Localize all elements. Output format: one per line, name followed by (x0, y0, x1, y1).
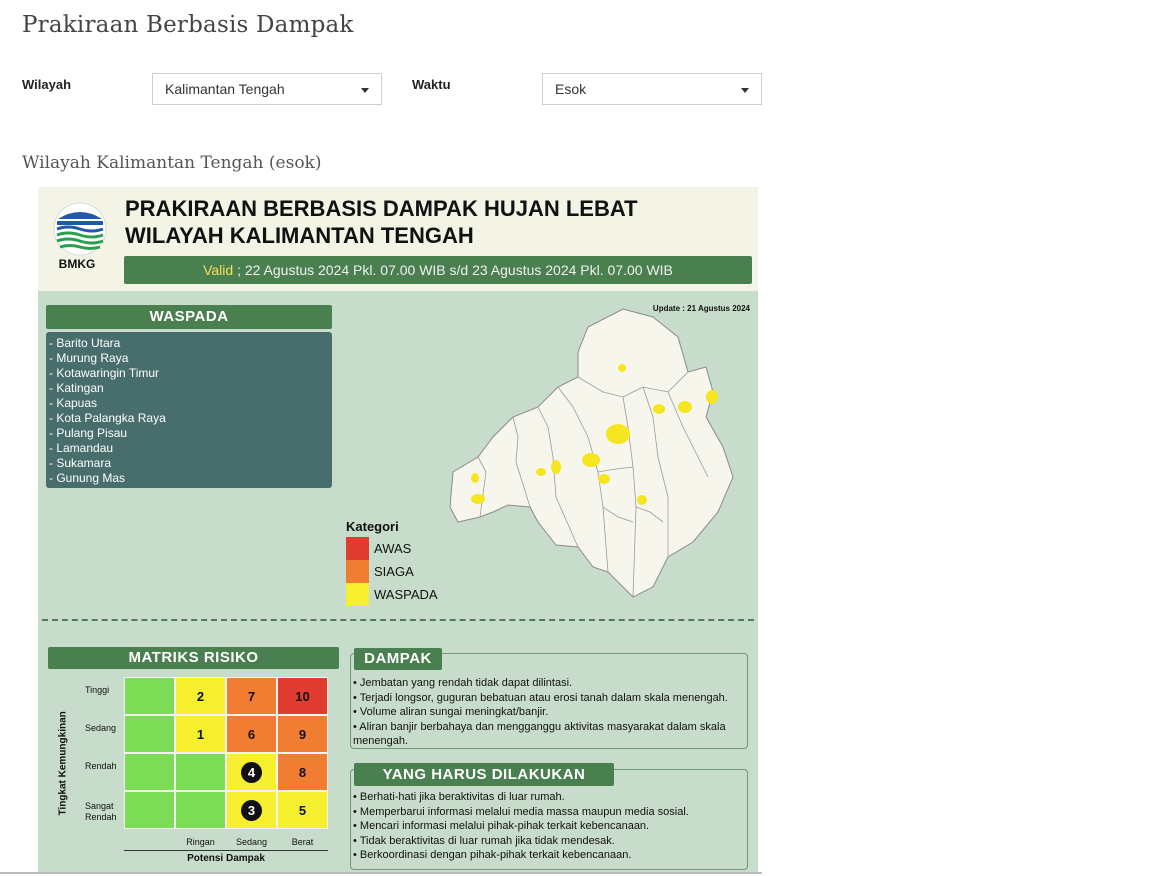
tindakan-item: • Tidak beraktivitas di luar rumah jika … (353, 834, 615, 847)
matrix-cell-value: 1 (196, 726, 205, 742)
tindakan-item: • Mencari informasi melalui pihak-pihak … (353, 820, 650, 832)
matrix-cell-value: 6 (247, 726, 256, 742)
matrix-cell: 3 (226, 791, 277, 829)
chevron-down-icon (741, 88, 749, 93)
waspada-item: - Murung Raya (49, 351, 129, 365)
matrix-col-label: Sedang (235, 837, 268, 847)
matrix-cell (124, 753, 175, 791)
waspada-region-list: - Barito Utara - Murung Raya - Kotawaringi… (46, 332, 332, 488)
infographic-title: PRAKIRAAN BERBASIS DAMPAK HUJAN LEBAT WI… (125, 195, 638, 249)
matrix-col-label: Berat (291, 837, 314, 847)
matrix-cell-value: 8 (298, 764, 307, 780)
legend-label: AWAS (374, 541, 412, 556)
legend-swatch (346, 537, 369, 560)
matrix-cell-value: 2 (196, 688, 205, 704)
matrix-cell: 7 (226, 677, 277, 715)
matrix-cell (124, 791, 175, 829)
matrix-cell (124, 715, 175, 753)
matrix-cell-selected-value: 4 (241, 761, 262, 783)
matrix-cell (124, 677, 175, 715)
waspada-item: - Pulang Pisau (49, 426, 128, 440)
valid-period: ; 22 Agustus 2024 Pkl. 07.00 WIB s/d 23 … (233, 262, 673, 278)
tindakan-item: • Berhati-hati jika beraktivitas di luar… (353, 791, 565, 803)
section-title: Wilayah Kalimantan Tengah (esok) (22, 153, 322, 173)
matrix-col-label: Ringan (186, 837, 215, 847)
tindakan-item: • Berkoordinasi dengan pihak-pihak terka… (353, 849, 632, 861)
validity-bar: Valid ; 22 Agustus 2024 Pkl. 07.00 WIB s… (124, 256, 752, 284)
waspada-item: - Kapuas (49, 396, 98, 410)
legend-label: WASPADA (374, 587, 438, 602)
matrix-cell-selected-value: 3 (241, 799, 262, 821)
matrix-cell: 6 (226, 715, 277, 753)
matrix-row-label: Rendah (85, 761, 117, 771)
waspada-item: - Barito Utara (49, 336, 121, 350)
dampak-item: • Volume aliran sungai meningkat/banjir. (353, 706, 549, 718)
valid-word: Valid (203, 262, 234, 278)
waspada-item: - Katingan (49, 381, 104, 395)
infographic-header: BMKG PRAKIRAAN BERBASIS DAMPAK HUJAN LEB… (38, 187, 758, 291)
risk-matrix: 2 7 10 1 6 9 4 8 3 5 (124, 677, 328, 829)
waspada-item: - Lamandau (49, 441, 114, 455)
matrix-row-label: Sangat Rendah (85, 801, 117, 822)
logo-text: BMKG (58, 257, 96, 271)
matrix-cell: 1 (175, 715, 226, 753)
matrix-x-axis (124, 850, 328, 851)
matrix-cell: 8 (277, 753, 328, 791)
legend-swatch (346, 560, 369, 583)
matrix-header: MATRIKS RISIKO (48, 647, 339, 669)
matrix-cell: 9 (277, 715, 328, 753)
dampak-item: • Terjadi longsor, guguran bebatuan atau… (353, 691, 728, 704)
matrix-cell-value: 9 (298, 726, 307, 742)
waktu-select[interactable]: Esok (542, 73, 762, 105)
matrix-cell-value: 10 (295, 688, 310, 704)
matrix-cell-value: 5 (298, 802, 307, 818)
waspada-header: WASPADA (46, 305, 332, 329)
matrix-cell (175, 791, 226, 829)
waktu-label: Waktu (412, 77, 451, 92)
dampak-header: DAMPAK (354, 648, 442, 670)
kalimantan-tengah-map (449, 308, 734, 598)
dampak-item: menengah. (353, 735, 409, 747)
bottom-divider (0, 872, 762, 874)
chevron-down-icon (361, 88, 369, 93)
matrix-x-axis-title: Potensi Dampak (187, 853, 265, 864)
matrix-row-label: Sedang (85, 723, 117, 733)
dampak-item: • Aliran banjir berbahaya dan mengganggu… (353, 720, 726, 733)
wilayah-select-value: Kalimantan Tengah (165, 81, 285, 97)
waspada-item: - Kotawaringin Timur (49, 366, 160, 380)
waktu-select-value: Esok (555, 81, 587, 97)
waspada-item: - Sukamara (49, 456, 112, 470)
matrix-cell: 5 (277, 791, 328, 829)
waspada-item: - Gunung Mas (49, 471, 126, 485)
section-divider (42, 619, 754, 621)
impact-forecast-infographic: BMKG PRAKIRAAN BERBASIS DAMPAK HUJAN LEB… (38, 187, 758, 872)
tindakan-header: YANG HARUS DILAKUKAN (354, 763, 614, 786)
matrix-cell-value: 7 (247, 688, 256, 704)
matrix-cell: 2 (175, 677, 226, 715)
matrix-cell: 10 (277, 677, 328, 715)
matrix-cell: 4 (226, 753, 277, 791)
wilayah-label: Wilayah (22, 77, 72, 92)
legend-title: Kategori (346, 519, 399, 534)
tindakan-item: • Memperbarui informasi melalui media ma… (353, 805, 689, 818)
legend-label: SIAGA (374, 564, 414, 579)
title-line-2: WILAYAH KALIMANTAN TENGAH (125, 223, 474, 248)
dampak-item: • Jembatan yang rendah tidak dapat dilin… (353, 677, 573, 689)
title-line-1: PRAKIRAAN BERBASIS DAMPAK HUJAN LEBAT (125, 196, 638, 221)
matrix-row-label: Tinggi (85, 685, 110, 695)
matrix-y-axis-title: Tingkat Kemungkinan (57, 711, 69, 816)
matrix-cell (175, 753, 226, 791)
wilayah-select[interactable]: Kalimantan Tengah (152, 73, 382, 105)
legend-swatch (346, 583, 369, 606)
page-title: Prakiraan Berbasis Dampak (22, 12, 354, 38)
waspada-item: - Kota Palangka Raya (49, 411, 166, 425)
